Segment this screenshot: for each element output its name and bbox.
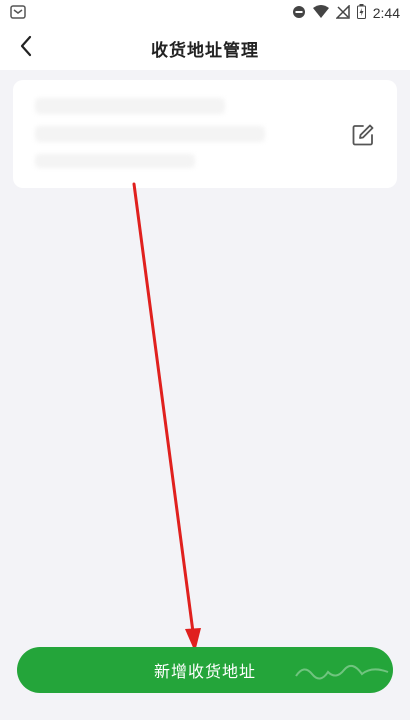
notification-icon bbox=[10, 5, 26, 22]
status-icons: 2:44 bbox=[292, 3, 400, 22]
battery-icon bbox=[356, 4, 366, 22]
status-bar: 2:44 bbox=[0, 0, 410, 26]
blurred-address-text bbox=[35, 126, 265, 142]
no-signal-icon bbox=[334, 3, 350, 22]
page-title: 收货地址管理 bbox=[151, 41, 259, 61]
edit-icon bbox=[351, 124, 375, 151]
status-time: 2:44 bbox=[372, 5, 400, 21]
do-not-disturb-icon bbox=[292, 5, 306, 22]
watermark bbox=[295, 664, 389, 680]
address-card[interactable] bbox=[13, 80, 397, 188]
header: 收货地址管理 bbox=[0, 26, 410, 70]
blurred-address-text bbox=[35, 98, 225, 114]
edit-address-button[interactable] bbox=[351, 123, 375, 147]
wifi-icon bbox=[312, 5, 329, 21]
blurred-address-text bbox=[35, 154, 195, 168]
